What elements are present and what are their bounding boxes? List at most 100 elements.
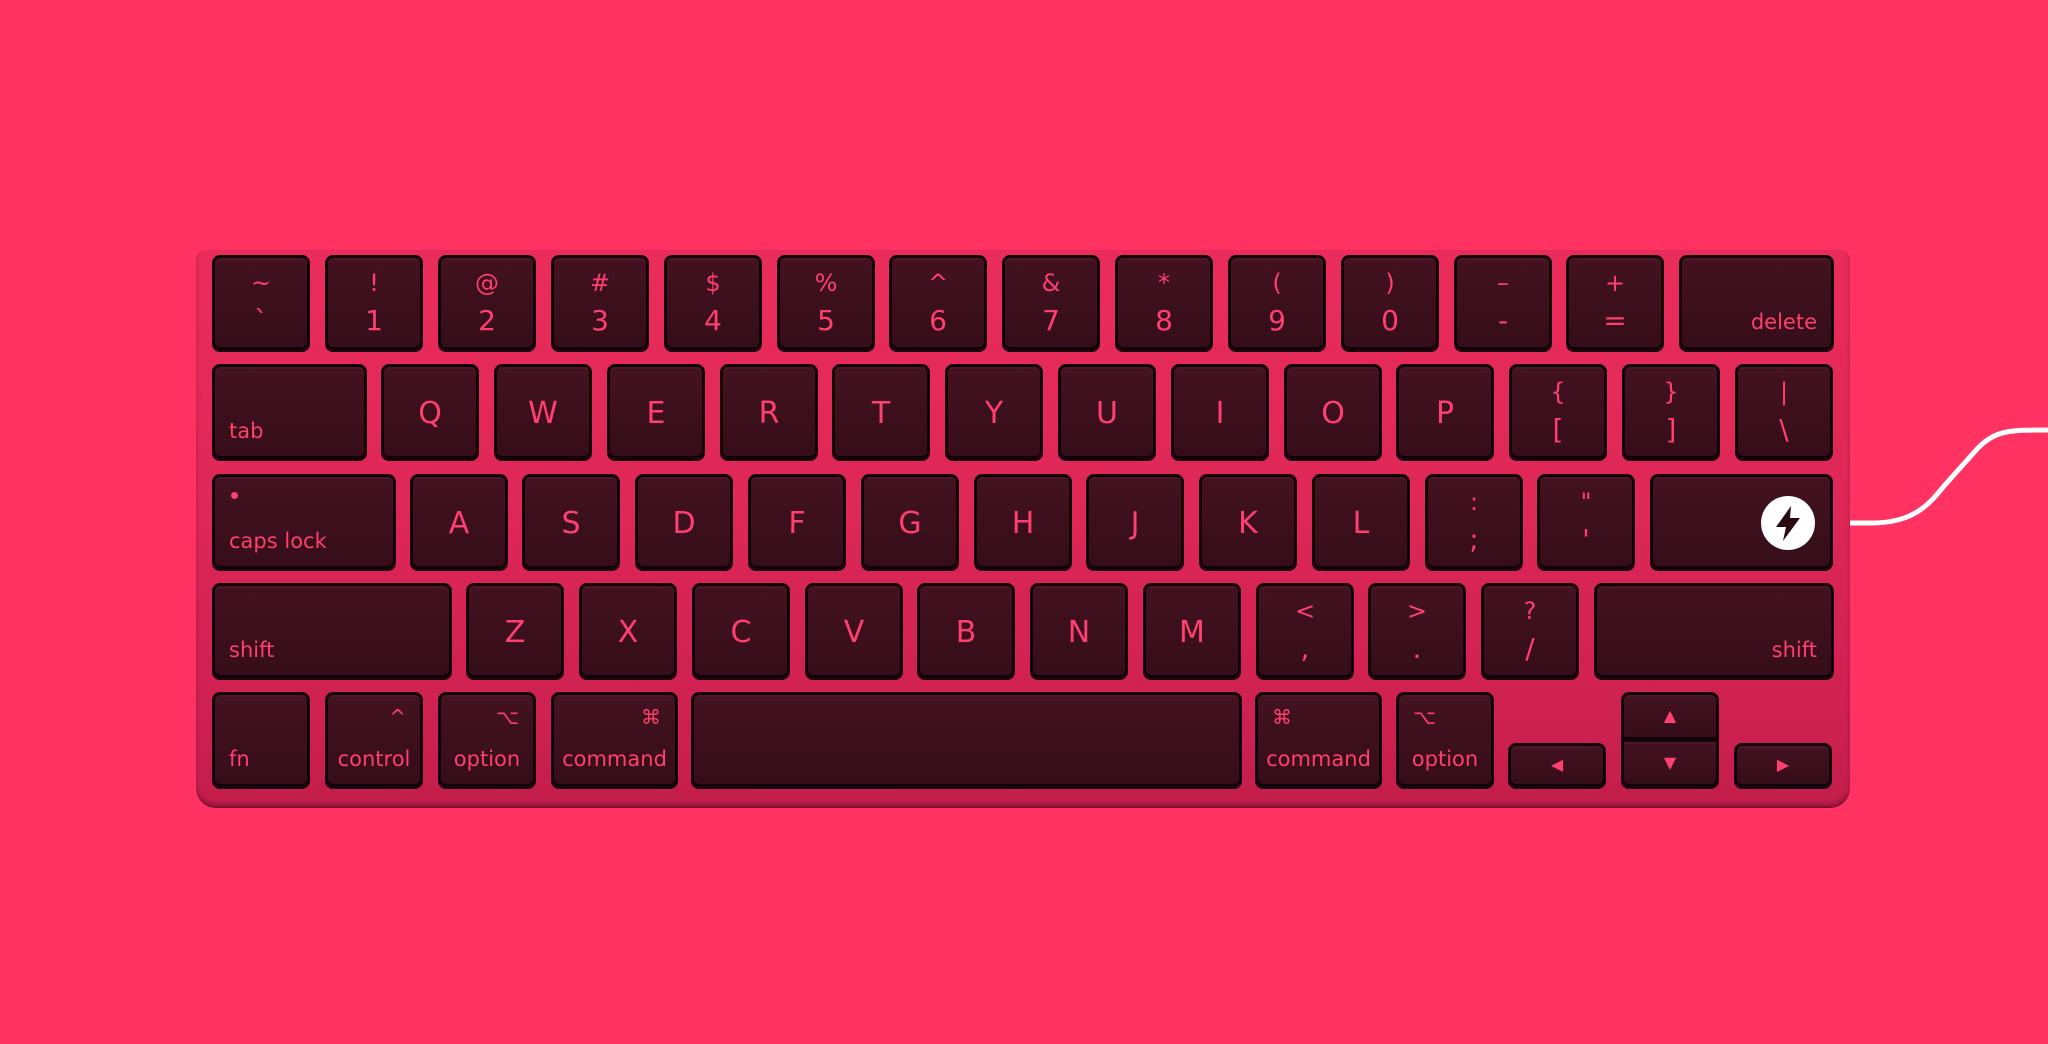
key-period[interactable]: >.: [1368, 583, 1466, 678]
key-7[interactable]: & 7: [1002, 255, 1100, 350]
key-right-bracket[interactable]: }]: [1622, 364, 1720, 459]
key-space[interactable]: [691, 692, 1242, 787]
key-legend: F: [788, 506, 806, 541]
key-legend: N: [1067, 615, 1091, 650]
key-lower-legend: -: [1497, 304, 1509, 337]
key-lower-legend: [: [1552, 413, 1564, 446]
key-s[interactable]: S: [522, 474, 620, 569]
power-badge: [1761, 496, 1815, 550]
key-a[interactable]: A: [410, 474, 508, 569]
key-command-right[interactable]: ⌘ command: [1255, 692, 1382, 787]
key-slash[interactable]: ? /: [1481, 583, 1579, 678]
key-arrow-left[interactable]: ◀: [1508, 743, 1606, 787]
key-upper-legend: :: [1469, 488, 1479, 516]
key-fn[interactable]: fn: [212, 692, 310, 787]
key-v[interactable]: V: [805, 583, 903, 678]
key-upper-legend: ": [1580, 488, 1592, 516]
key-u[interactable]: U: [1058, 364, 1156, 459]
key-o[interactable]: O: [1284, 364, 1382, 459]
key-label: shift: [229, 638, 275, 662]
key-5[interactable]: % 5: [777, 255, 875, 350]
key-delete[interactable]: delete: [1679, 255, 1834, 350]
key-i[interactable]: I: [1171, 364, 1269, 459]
key-legend: I: [1215, 396, 1225, 431]
key-t[interactable]: T: [832, 364, 930, 459]
key-equals[interactable]: + =: [1566, 255, 1664, 350]
key-caps-lock[interactable]: caps lock: [212, 474, 396, 569]
key-quote[interactable]: " ': [1537, 474, 1635, 569]
key-lower-legend: \: [1779, 413, 1789, 446]
keyboard-keys: ~ `! 1 @2 #3 $4% 5 ^ 6 & 7 * 8(9) 0– - + = delete tab Q W E R T…: [0, 0, 2048, 1044]
modifier-symbol: ⌘: [641, 705, 661, 729]
key-legend: J: [1130, 506, 1140, 541]
key-legend: W: [528, 396, 558, 431]
key-shift-right[interactable]: shift: [1594, 583, 1834, 678]
key-minus[interactable]: – -: [1454, 255, 1552, 350]
key-upper-legend: ^: [927, 269, 949, 297]
key-y[interactable]: Y: [945, 364, 1043, 459]
key-h[interactable]: H: [974, 474, 1072, 569]
key-lower-legend: 2: [478, 304, 496, 337]
key-comma[interactable]: <,: [1256, 583, 1354, 678]
key-9[interactable]: (9: [1228, 255, 1326, 350]
key-4[interactable]: $4: [664, 255, 762, 350]
key-g[interactable]: G: [861, 474, 959, 569]
key-tab[interactable]: tab: [212, 364, 367, 459]
key-d[interactable]: D: [635, 474, 733, 569]
key-z[interactable]: Z: [466, 583, 564, 678]
key-legend: A: [448, 506, 470, 541]
key-control[interactable]: ^ control: [325, 692, 423, 787]
key-lower-legend: ;: [1469, 523, 1479, 556]
key-left-bracket[interactable]: {[: [1509, 364, 1607, 459]
key-lower-legend: ,: [1300, 632, 1310, 665]
key-b[interactable]: B: [917, 583, 1015, 678]
key-backslash[interactable]: | \: [1735, 364, 1833, 459]
key-3[interactable]: #3: [551, 255, 649, 350]
key-option-right[interactable]: ⌥ option: [1396, 692, 1494, 787]
key-semicolon[interactable]: :;: [1425, 474, 1523, 569]
key-r[interactable]: R: [720, 364, 818, 459]
key-q[interactable]: Q: [381, 364, 479, 459]
key-legend: X: [617, 615, 639, 650]
key-option-left[interactable]: ⌥ option: [438, 692, 536, 787]
modifier-symbol: ⌥: [1413, 705, 1437, 729]
key-label: fn: [229, 747, 250, 771]
arrow-left-icon: ◀: [1550, 755, 1564, 774]
key-e[interactable]: E: [607, 364, 705, 459]
key-w[interactable]: W: [494, 364, 592, 459]
modifier-symbol: ⌥: [495, 705, 519, 729]
key-l[interactable]: L: [1312, 474, 1410, 569]
key-legend: Q: [418, 396, 442, 431]
key-1[interactable]: ! 1: [325, 255, 423, 350]
key-tilde[interactable]: ~ `: [212, 255, 310, 350]
key-upper-legend: $: [705, 269, 721, 297]
key-c[interactable]: C: [692, 583, 790, 678]
key-p[interactable]: P: [1396, 364, 1494, 459]
key-label: command: [1266, 747, 1371, 771]
key-label: option: [453, 747, 521, 771]
key-m[interactable]: M: [1143, 583, 1241, 678]
key-6[interactable]: ^ 6: [889, 255, 987, 350]
key-command-left[interactable]: ⌘ command: [551, 692, 678, 787]
key-lower-legend: 5: [817, 304, 835, 337]
key-n[interactable]: N: [1030, 583, 1128, 678]
key-legend: T: [871, 396, 891, 431]
key-label: delete: [1750, 310, 1817, 334]
key-x[interactable]: X: [579, 583, 677, 678]
key-f[interactable]: F: [748, 474, 846, 569]
key-j[interactable]: J: [1086, 474, 1184, 569]
key-2[interactable]: @2: [438, 255, 536, 350]
key-lower-legend: ': [1582, 523, 1590, 556]
key-lower-legend: /: [1525, 632, 1535, 665]
key-0[interactable]: ) 0: [1341, 255, 1439, 350]
key-arrow-down[interactable]: ▼: [1621, 739, 1719, 787]
key-upper-legend: <: [1294, 597, 1316, 625]
arrow-down-icon: ▼: [1663, 753, 1677, 772]
key-k[interactable]: K: [1199, 474, 1297, 569]
key-arrow-up[interactable]: ▲: [1621, 692, 1719, 740]
key-shift-left[interactable]: shift: [212, 583, 452, 678]
key-legend: L: [1352, 506, 1370, 541]
key-lower-legend: 7: [1042, 304, 1060, 337]
key-8[interactable]: * 8: [1115, 255, 1213, 350]
key-arrow-right[interactable]: ▶: [1734, 743, 1832, 787]
